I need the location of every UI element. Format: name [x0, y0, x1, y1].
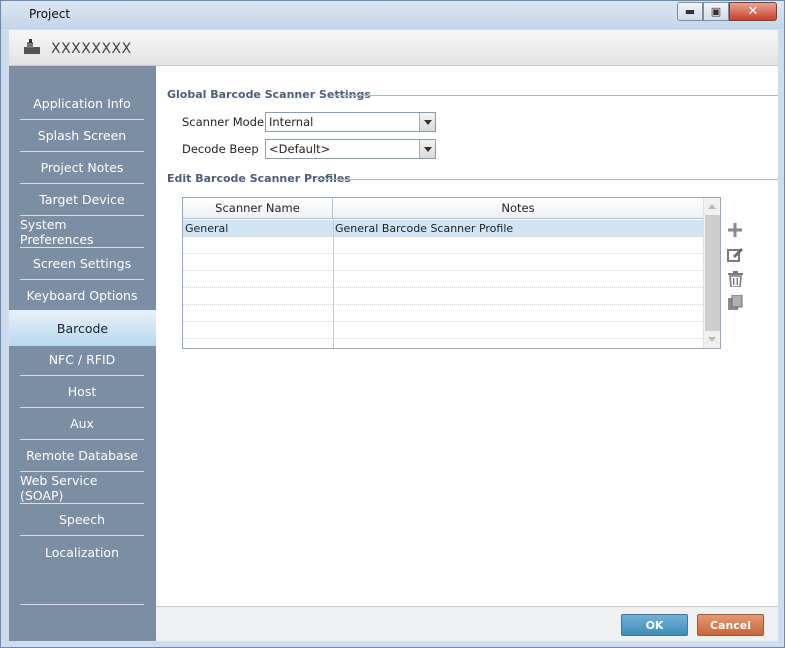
add-icon [728, 223, 742, 237]
sidebar-item-label: System Preferences [20, 216, 94, 247]
profiles-table: Scanner Name Notes General General Barco… [182, 197, 721, 349]
sidebar-item-label: Web Service (SOAP) [20, 472, 98, 503]
sidebar: Application Info Splash Screen Project N… [9, 66, 156, 641]
cancel-button[interactable]: Cancel [697, 614, 764, 636]
scroll-up-icon[interactable] [704, 198, 720, 215]
scroll-thumb[interactable] [705, 215, 720, 331]
table-row [183, 288, 703, 305]
column-header-notes[interactable]: Notes [333, 198, 703, 219]
table-row [183, 322, 703, 339]
sidebar-item-label: Screen Settings [32, 256, 132, 271]
sidebar-item-host[interactable]: Host [20, 376, 144, 408]
sidebar-item-label: Host [67, 384, 97, 399]
scanner-mode-label: Scanner Mode [182, 115, 265, 129]
delete-icon [727, 271, 743, 287]
sidebar-item-aux[interactable]: Aux [20, 408, 144, 440]
copy-icon [727, 295, 742, 310]
sidebar-item-label: NFC / RFID [48, 352, 116, 367]
sidebar-item-splash-screen[interactable]: Splash Screen [20, 120, 144, 152]
chevron-down-icon[interactable] [419, 113, 435, 131]
decode-beep-select[interactable]: <Default> [265, 139, 436, 159]
dialog-footer: OK Cancel [156, 606, 778, 641]
ok-button[interactable]: OK [621, 614, 688, 636]
scanner-mode-value: Internal [269, 115, 314, 129]
scanner-mode-select[interactable]: Internal [265, 112, 436, 132]
sidebar-item-label: Target Device [39, 192, 125, 207]
barcode-settings-panel: Global Barcode Scanner Settings Scanner … [156, 66, 778, 606]
sidebar-item-remote-database[interactable]: Remote Database [20, 440, 144, 472]
sidebar-divider [20, 604, 144, 605]
sidebar-item-label: Localization [44, 544, 120, 560]
project-header: XXXXXXXX [9, 30, 778, 66]
sidebar-item-label: Barcode [56, 320, 109, 336]
table-scrollbar[interactable] [703, 198, 720, 348]
close-button[interactable]: ✕ [729, 2, 777, 21]
sidebar-item-keyboard-options[interactable]: Keyboard Options [20, 280, 144, 312]
close-icon: ✕ [747, 4, 759, 19]
minimize-button[interactable]: ▬ [677, 2, 703, 21]
scroll-down-icon[interactable] [704, 331, 720, 348]
section-divider [316, 179, 778, 180]
project-icon [24, 39, 40, 54]
maximize-icon: ▣ [710, 5, 722, 18]
minimize-icon: ▬ [684, 5, 696, 18]
sidebar-item-label: Aux [70, 416, 94, 431]
decode-beep-value: <Default> [269, 142, 331, 156]
copy-profile-button[interactable] [726, 294, 744, 312]
sidebar-item-web-service[interactable]: Web Service (SOAP) [20, 472, 144, 504]
decode-beep-label: Decode Beep [182, 142, 259, 156]
sidebar-item-project-notes[interactable]: Project Notes [20, 152, 144, 184]
table-row [183, 305, 703, 322]
table-row[interactable]: General General Barcode Scanner Profile [183, 220, 703, 237]
sidebar-item-screen-settings[interactable]: Screen Settings [20, 248, 144, 280]
sidebar-item-target-device[interactable]: Target Device [20, 184, 144, 216]
column-header-scanner-name[interactable]: Scanner Name [183, 198, 333, 219]
column-divider [333, 219, 334, 348]
project-window: Project ▬ ▣ ✕ XXXXXXXX Application Info … [0, 0, 785, 648]
table-row [183, 254, 703, 271]
sidebar-item-label: Splash Screen [37, 128, 127, 143]
delete-profile-button[interactable] [726, 270, 744, 288]
sidebar-item-speech[interactable]: Speech [20, 504, 144, 536]
chevron-down-icon[interactable] [419, 140, 435, 158]
sidebar-item-application-info[interactable]: Application Info [20, 88, 144, 120]
table-row [183, 271, 703, 288]
sidebar-item-barcode[interactable]: Barcode [9, 310, 156, 346]
cell-scanner-name: General [185, 222, 229, 235]
window-title: Project [29, 7, 71, 21]
maximize-button[interactable]: ▣ [703, 2, 729, 21]
edit-icon [727, 248, 743, 262]
sidebar-item-system-preferences[interactable]: System Preferences [20, 216, 144, 248]
project-name: XXXXXXXX [51, 41, 132, 57]
add-profile-button[interactable] [726, 221, 744, 239]
sidebar-item-label: Keyboard Options [26, 288, 138, 303]
section-divider [332, 95, 778, 96]
sidebar-item-label: Application Info [33, 96, 131, 111]
sidebar-item-label: Project Notes [40, 160, 124, 175]
sidebar-item-label: Speech [58, 512, 106, 527]
title-bar[interactable]: Project ▬ ▣ ✕ [1, 1, 784, 29]
cell-notes: General Barcode Scanner Profile [335, 222, 514, 235]
sidebar-item-localization[interactable]: Localization [20, 536, 144, 568]
edit-profile-button[interactable] [726, 245, 744, 263]
table-row [183, 237, 703, 254]
sidebar-item-label: Remote Database [26, 448, 138, 463]
sidebar-item-nfc-rfid[interactable]: NFC / RFID [20, 344, 144, 376]
